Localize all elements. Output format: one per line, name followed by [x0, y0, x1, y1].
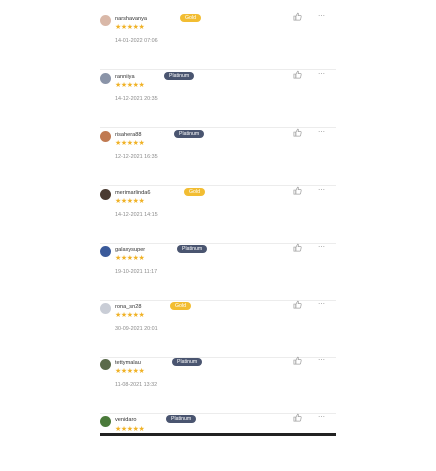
- thumbs-up-icon[interactable]: [293, 243, 302, 252]
- avatar[interactable]: [100, 131, 111, 142]
- tier-badge: Platinum: [177, 245, 208, 253]
- review-username[interactable]: narshavanya: [115, 16, 147, 23]
- star-rating: ★★★★★: [115, 198, 145, 205]
- review-date: 11-08-2021 13:32: [115, 382, 158, 388]
- review-date: 30-09-2021 20:01: [115, 326, 158, 332]
- star-rating: ★★★★★: [115, 255, 145, 262]
- thumbs-up-icon[interactable]: [293, 413, 302, 422]
- review-item: rona_sn28 Gold ★★★★★ 30-09-2021 20:01 ⋯: [100, 300, 336, 358]
- more-options-icon[interactable]: ⋯: [318, 243, 326, 252]
- avatar[interactable]: [100, 73, 111, 84]
- more-options-icon[interactable]: ⋯: [318, 12, 326, 21]
- review-date: 14-12-2021 14:15: [115, 212, 158, 218]
- review-item: risahera88 Platinum ★★★★★ 12-12-2021 16:…: [100, 128, 336, 186]
- review-username[interactable]: risahera88: [115, 132, 141, 139]
- thumbs-up-icon[interactable]: [293, 300, 302, 309]
- review-username[interactable]: merimarlinda6: [115, 190, 150, 197]
- tier-badge: Platinum: [172, 358, 203, 366]
- thumbs-up-icon[interactable]: [293, 186, 302, 195]
- review-date: 19-10-2021 11:17: [115, 269, 158, 275]
- thumbs-up-icon[interactable]: [293, 70, 302, 79]
- review-item: venidaro Platinum ★★★★★ ⋯: [100, 413, 336, 471]
- more-options-icon[interactable]: ⋯: [318, 356, 326, 365]
- star-rating: ★★★★★: [115, 368, 145, 375]
- review-username[interactable]: rona_sn28: [115, 304, 141, 311]
- star-rating: ★★★★★: [115, 140, 145, 147]
- avatar[interactable]: [100, 416, 111, 427]
- tier-badge: Platinum: [174, 130, 205, 138]
- review-item: ranniiya Platinum ★★★★★ 14-12-2021 20:35…: [100, 70, 336, 128]
- review-username[interactable]: ranniiya: [115, 74, 135, 81]
- tier-badge: Platinum: [164, 72, 195, 80]
- review-item: merimarlinda6 Gold ★★★★★ 14-12-2021 14:1…: [100, 186, 336, 244]
- tier-badge: Gold: [184, 188, 205, 196]
- review-username[interactable]: venidaro: [115, 417, 136, 424]
- thumbs-up-icon[interactable]: [293, 128, 302, 137]
- review-item: narshavanya Gold ★★★★★ 14-01-2022 07:06 …: [100, 12, 336, 70]
- review-username[interactable]: galaxysuper: [115, 247, 145, 254]
- star-rating: ★★★★★: [115, 82, 145, 89]
- avatar[interactable]: [100, 189, 111, 200]
- star-rating: ★★★★★: [115, 24, 145, 31]
- more-options-icon[interactable]: ⋯: [318, 186, 326, 195]
- star-rating: ★★★★★: [115, 312, 145, 319]
- avatar[interactable]: [100, 359, 111, 370]
- more-options-icon[interactable]: ⋯: [318, 413, 326, 422]
- thumbs-up-icon[interactable]: [293, 12, 302, 21]
- more-options-icon[interactable]: ⋯: [318, 70, 326, 79]
- thumbs-up-icon[interactable]: [293, 356, 302, 365]
- more-options-icon[interactable]: ⋯: [318, 128, 326, 137]
- review-date: 14-01-2022 07:06: [115, 38, 158, 44]
- review-item: tettymalau Platinum ★★★★★ 11-08-2021 13:…: [100, 356, 336, 414]
- more-options-icon[interactable]: ⋯: [318, 300, 326, 309]
- review-date: 14-12-2021 20:35: [115, 96, 158, 102]
- tier-badge: Gold: [180, 14, 201, 22]
- avatar[interactable]: [100, 15, 111, 26]
- avatar[interactable]: [100, 303, 111, 314]
- review-username[interactable]: tettymalau: [115, 360, 141, 367]
- review-item: galaxysuper Platinum ★★★★★ 19-10-2021 11…: [100, 243, 336, 301]
- avatar[interactable]: [100, 246, 111, 257]
- tier-badge: Gold: [170, 302, 191, 310]
- review-date: 12-12-2021 16:35: [115, 154, 158, 160]
- tier-badge: Platinum: [166, 415, 197, 423]
